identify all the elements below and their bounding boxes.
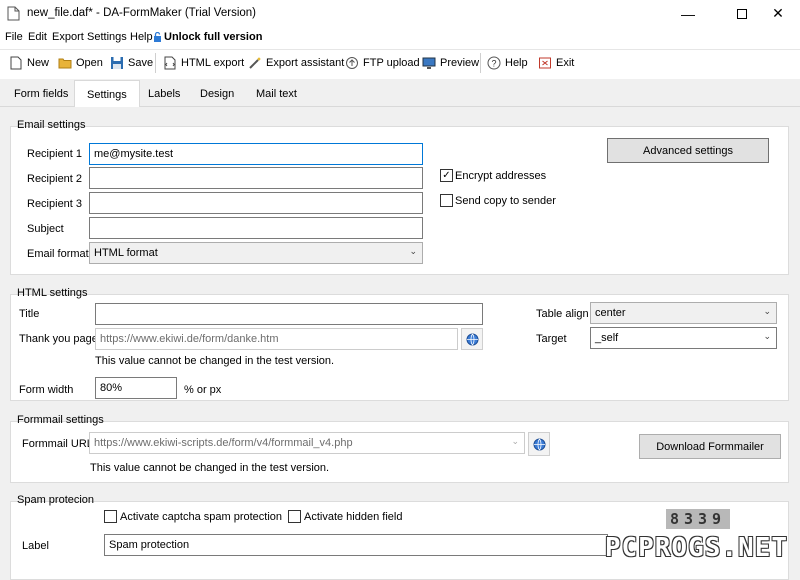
hidden-field-label: Activate hidden field [304, 511, 403, 523]
close-button[interactable]: ✕ [756, 0, 800, 27]
exit-icon [539, 57, 551, 69]
thankyou-note: This value cannot be changed in the test… [95, 355, 335, 367]
title-input[interactable] [95, 303, 483, 325]
formmail-globe-button[interactable] [528, 432, 550, 456]
menu-edit[interactable]: Edit [28, 31, 47, 43]
encrypt-addresses-label: Encrypt addresses [455, 170, 547, 182]
html-export-button[interactable]: HTML export [163, 56, 244, 70]
document-icon [7, 6, 20, 21]
menu-help[interactable]: Help [130, 31, 153, 43]
spam-protection-title: Spam protecion [17, 494, 95, 506]
new-button[interactable]: New [9, 56, 49, 70]
monitor-icon [422, 57, 436, 69]
menu-settings[interactable]: Settings [87, 31, 127, 43]
tab-design[interactable]: Design [200, 88, 234, 100]
menu-export[interactable]: Export [52, 31, 84, 43]
formmail-url-select: https://www.ekiwi-scripts.de/form/v4/for… [89, 432, 525, 454]
chevron-down-icon: ⌄ [763, 306, 771, 316]
checkmark-icon: ✓ [442, 169, 451, 181]
recipient2-input[interactable] [89, 167, 423, 189]
form-width-label: Form width [19, 384, 74, 396]
help-button[interactable]: ? Help [487, 56, 528, 70]
form-width-input[interactable]: 80% [95, 377, 177, 399]
svg-text:?: ? [491, 59, 496, 69]
subject-input[interactable] [89, 217, 423, 239]
recipient3-label: Recipient 3 [27, 198, 83, 210]
spam-label-label: Label [22, 540, 49, 552]
target-select[interactable]: _self ⌄ [590, 327, 777, 349]
chevron-down-icon: ⌄ [763, 331, 771, 341]
exit-button[interactable]: Exit [538, 56, 574, 70]
thankyou-page-label: Thank you page [19, 333, 98, 345]
title-label: Title [19, 308, 40, 320]
email-format-select[interactable]: HTML format ⌄ [89, 242, 423, 264]
formmail-note: This value cannot be changed in the test… [90, 462, 330, 474]
globe-icon [533, 438, 545, 450]
advanced-settings-button[interactable]: Advanced settings [607, 138, 769, 163]
folder-icon [58, 58, 72, 69]
table-align-select[interactable]: center ⌄ [590, 302, 777, 324]
new-file-icon [10, 56, 22, 70]
save-icon [111, 57, 123, 69]
magic-wand-icon [249, 57, 261, 69]
globe-icon [466, 333, 478, 345]
upload-icon [346, 57, 358, 69]
open-button[interactable]: Open [58, 56, 103, 70]
lock-icon [154, 31, 161, 42]
title-bar: new_file.daf* - DA-FormMaker (Trial Vers… [0, 0, 800, 27]
email-settings-title: Email settings [17, 119, 86, 131]
recipient2-label: Recipient 2 [27, 173, 83, 185]
toolbar-separator [480, 53, 481, 73]
menu-file[interactable]: File [5, 31, 23, 43]
table-align-label: Table align [536, 308, 589, 320]
chevron-down-icon: ⌄ [511, 436, 519, 446]
subject-label: Subject [27, 223, 64, 235]
minimize-icon: — [681, 5, 695, 22]
formmail-settings-title: Formmail settings [17, 414, 104, 426]
send-copy-checkbox[interactable] [440, 194, 453, 207]
hidden-field-checkbox[interactable] [288, 510, 301, 523]
toolbar-separator [155, 53, 156, 73]
tab-form-fields[interactable]: Form fields [14, 88, 68, 100]
recipient1-input[interactable]: me@mysite.test [89, 143, 423, 165]
tab-labels[interactable]: Labels [148, 88, 180, 100]
target-label: Target [536, 333, 567, 345]
encrypt-addresses-checkbox[interactable]: ✓ [440, 169, 453, 182]
tab-settings[interactable]: Settings [74, 80, 140, 108]
watermark: PCPROGS.NET [604, 533, 788, 563]
minimize-button[interactable]: — [666, 0, 710, 27]
captcha-checkbox[interactable] [104, 510, 117, 523]
form-width-unit: % or px [184, 384, 222, 396]
thankyou-page-input: https://www.ekiwi.de/form/danke.htm [95, 328, 458, 350]
captcha-image: 8339 [666, 509, 730, 529]
help-icon: ? [487, 56, 501, 70]
html-file-icon [164, 56, 176, 70]
html-settings-title: HTML settings [17, 287, 88, 299]
menu-unlock[interactable]: Unlock full version [153, 31, 262, 43]
window-title: new_file.daf* - DA-FormMaker (Trial Vers… [27, 7, 256, 19]
preview-button[interactable]: Preview [422, 56, 479, 70]
close-icon: ✕ [772, 5, 784, 21]
tab-mail-text[interactable]: Mail text [256, 88, 297, 100]
recipient3-input[interactable] [89, 192, 423, 214]
download-formmailer-button[interactable]: Download Formmailer [639, 434, 781, 459]
send-copy-label: Send copy to sender [455, 195, 556, 207]
chevron-down-icon: ⌄ [409, 246, 417, 256]
export-assistant-button[interactable]: Export assistant [248, 56, 344, 70]
email-format-label: Email format [27, 248, 89, 260]
thankyou-globe-button[interactable] [461, 328, 483, 350]
maximize-icon [737, 8, 747, 19]
spam-label-input[interactable]: Spam protection [104, 534, 608, 556]
ftp-upload-button[interactable]: FTP upload [345, 56, 420, 70]
formmail-url-label: Formmail URL [22, 438, 93, 450]
captcha-label: Activate captcha spam protection [120, 511, 283, 523]
save-button[interactable]: Save [110, 56, 153, 70]
recipient1-label: Recipient 1 [27, 148, 83, 160]
